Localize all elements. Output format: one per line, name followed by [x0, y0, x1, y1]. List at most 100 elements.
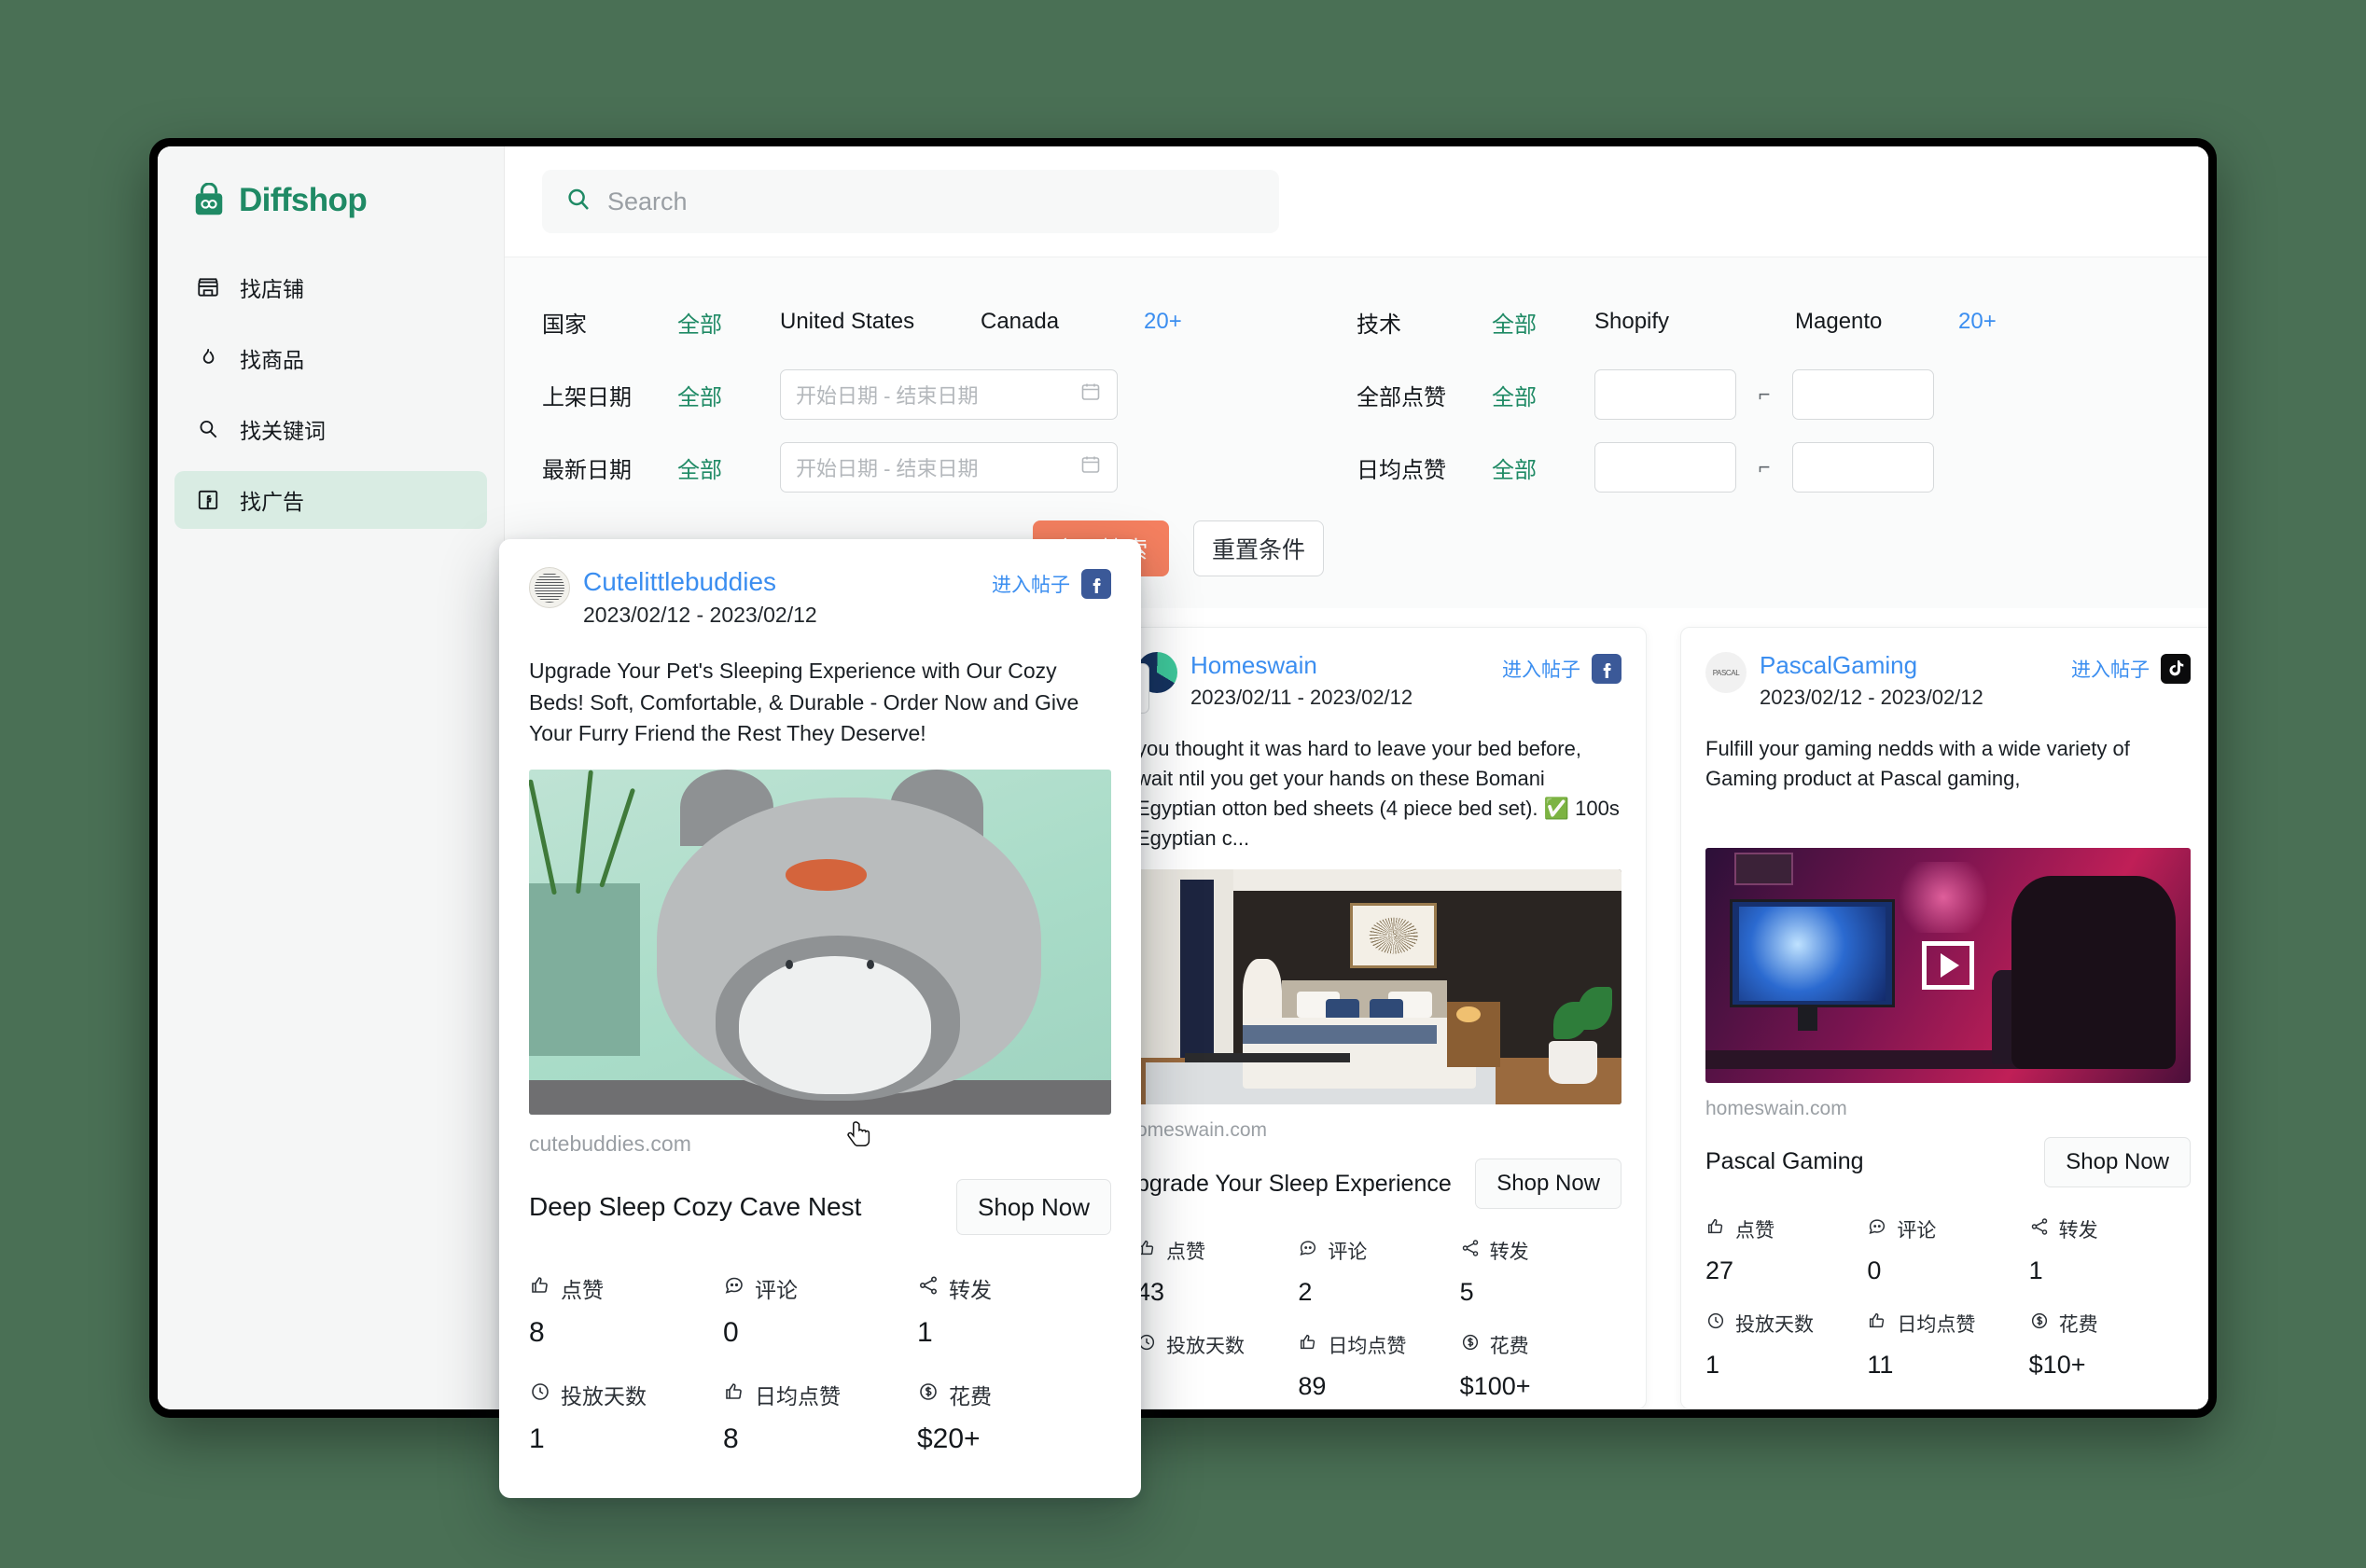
filter-country-option-canada[interactable]: Canada: [981, 309, 1144, 335]
go-to-post-link[interactable]: 进入帖子: [2071, 652, 2191, 684]
ad-detail-popover[interactable]: Cutelittlebuddies 2023/02/12 - 2023/02/1…: [499, 539, 1141, 1499]
go-to-post-link[interactable]: 进入帖子: [1502, 652, 1621, 684]
go-to-post-label: 进入帖子: [1502, 659, 1580, 681]
ad-stats: 点赞 8 评论 0 转发 1 投放天数 1 日均点赞 8 花费 $20+: [529, 1272, 1111, 1455]
reset-button[interactable]: 重置条件: [1193, 520, 1324, 576]
filter-launch-date-all[interactable]: 全部: [677, 379, 780, 411]
facebook-icon: [1081, 569, 1111, 599]
filter-row-total-likes: 全部点赞 全部 ⌐: [1357, 358, 2171, 431]
advertiser-name[interactable]: Homeswain: [1190, 651, 1502, 680]
daily-likes-min-input[interactable]: [1594, 442, 1736, 493]
stat-value: 0: [1867, 1256, 1882, 1284]
sidebar-nav: 找店铺 找商品 找关键词 找广告: [158, 258, 504, 529]
stat-label: 点赞: [561, 1278, 604, 1303]
filter-label-launch-date: 上架日期: [542, 384, 632, 410]
ad-description: Fulfill your gaming nedds with a wide va…: [1705, 736, 2130, 790]
ad-creative-image[interactable]: [1705, 847, 2191, 1083]
stat-label: 投放天数: [1166, 1336, 1245, 1358]
facebook-icon: [1592, 654, 1621, 684]
ad-stats: 点赞 43 评论 2 转发 5 投放天数 日均点赞 89 花费 $100+: [1136, 1237, 1621, 1401]
stat-spend: 花费 $10+: [2029, 1310, 2191, 1380]
filter-country-option-us[interactable]: United States: [780, 309, 981, 335]
stat-value: 8: [529, 1317, 545, 1349]
advertiser-name[interactable]: PascalGaming: [1760, 651, 2071, 680]
avatar: [529, 567, 570, 608]
filter-column-right: 技术 全部 Shopify Magento 20+ 全部点赞 全部 ⌐ 日均点赞…: [1357, 285, 2171, 504]
share-icon: [1460, 1238, 1481, 1264]
diffshop-bag-icon: [191, 182, 227, 218]
ad-creative-image[interactable]: [529, 770, 1111, 1116]
filter-tech-all[interactable]: 全部: [1492, 306, 1594, 339]
brand-logo[interactable]: Diffshop: [158, 173, 504, 219]
stat-label: 转发: [949, 1278, 992, 1303]
sidebar-item-ads[interactable]: 找广告: [174, 471, 487, 529]
thumbs-up-icon: [529, 1274, 551, 1302]
filter-row-daily-likes: 日均点赞 全部 ⌐: [1357, 431, 2171, 504]
ad-card-homeswain[interactable]: Homeswain 2023/02/11 - 2023/02/12 进入帖子 y…: [1111, 627, 1647, 1409]
stat-value: $10+: [2028, 1350, 2086, 1379]
sidebar-item-keywords[interactable]: 找关键词: [174, 400, 487, 458]
search-icon: [195, 416, 221, 442]
launch-date-range-input[interactable]: 开始日期 - 结束日期: [780, 369, 1118, 420]
stat-row-primary: 点赞 43 评论 2 转发 5: [1136, 1237, 1621, 1307]
stat-comments: 评论 2: [1298, 1237, 1459, 1307]
filter-label-country: 国家: [542, 312, 587, 338]
filter-total-likes-all[interactable]: 全部: [1492, 379, 1594, 411]
go-to-post-link[interactable]: 进入帖子: [992, 567, 1111, 599]
clock-icon: [1705, 1311, 1726, 1337]
ad-description: Upgrade Your Pet's Sleeping Experience w…: [529, 659, 1079, 745]
advertiser-name[interactable]: Cutelittlebuddies: [583, 567, 992, 597]
ad-title: Deep Sleep Cozy Cave Nest: [529, 1192, 862, 1222]
dollar-icon: [2029, 1311, 2050, 1337]
stat-value: 2: [1298, 1278, 1313, 1307]
range-separator-icon: ⌐: [1758, 382, 1771, 406]
sidebar-item-products[interactable]: 找商品: [174, 329, 487, 387]
total-likes-max-input[interactable]: [1792, 369, 1934, 420]
mouse-cursor-icon: [844, 1119, 876, 1158]
daily-likes-max-input[interactable]: [1792, 442, 1934, 493]
stat-label: 日均点赞: [755, 1384, 841, 1409]
top-bar: Search: [505, 146, 2208, 257]
total-likes-min-input[interactable]: [1594, 369, 1736, 420]
ad-card-pascalgaming[interactable]: PASCAL PascalGaming 2023/02/12 - 2023/02…: [1680, 627, 2208, 1409]
sidebar-item-label: 找关键词: [240, 419, 326, 443]
page-root: Diffshop 找店铺 找商品 找关键词 找广告 Search 国家 全部 U…: [0, 0, 2366, 1568]
search-icon: [564, 186, 592, 218]
stat-value: $20+: [917, 1423, 981, 1455]
filter-tech-option-shopify[interactable]: Shopify: [1594, 309, 1795, 335]
sidebar-item-stores[interactable]: 找店铺: [174, 258, 487, 316]
shop-now-button[interactable]: Shop Now: [2044, 1136, 2191, 1187]
sidebar-item-label: 找广告: [240, 490, 304, 514]
stat-days: 投放天数: [1136, 1331, 1298, 1401]
ad-title: Pascal Gaming: [1705, 1148, 1864, 1175]
search-input[interactable]: Search: [607, 187, 688, 216]
ad-date-range: 2023/02/11 - 2023/02/12: [1190, 685, 1413, 709]
shop-now-button[interactable]: Shop Now: [1475, 1159, 1621, 1210]
stat-label: 花费: [949, 1384, 992, 1409]
stat-row-primary: 点赞 8 评论 0 转发 1: [529, 1272, 1111, 1349]
filter-tech-more[interactable]: 20+: [1958, 309, 1997, 335]
stat-label: 花费: [2058, 1313, 2098, 1336]
ad-description: you thought it was hard to leave your be…: [1136, 736, 1620, 850]
filter-latest-date-all[interactable]: 全部: [677, 451, 780, 484]
filter-country-more[interactable]: 20+: [1144, 309, 1182, 335]
ad-date-range: 2023/02/12 - 2023/02/12: [583, 603, 817, 628]
stat-value: 5: [1459, 1278, 1474, 1307]
stat-comments: 评论 0: [1867, 1215, 2028, 1285]
ad-creative-image[interactable]: [1136, 869, 1621, 1105]
shop-now-button[interactable]: Shop Now: [956, 1179, 1111, 1236]
filter-daily-likes-all[interactable]: 全部: [1492, 451, 1594, 484]
global-search[interactable]: Search: [542, 170, 1279, 233]
stat-label: 转发: [2058, 1219, 2098, 1242]
sidebar: Diffshop 找店铺 找商品 找关键词 找广告: [158, 146, 505, 1409]
filter-tech-option-magento[interactable]: Magento: [1795, 309, 1958, 335]
stat-shares: 转发 1: [917, 1272, 1111, 1349]
stat-spend: 花费 $100+: [1460, 1331, 1621, 1401]
stat-label: 评论: [1328, 1242, 1368, 1264]
latest-date-range-input[interactable]: 开始日期 - 结束日期: [780, 442, 1118, 493]
play-button-icon[interactable]: [1922, 940, 1974, 990]
stat-label: 投放天数: [561, 1384, 647, 1409]
filter-country-all[interactable]: 全部: [677, 306, 780, 339]
thumbs-up-icon: [723, 1381, 745, 1408]
stat-value: 1: [1705, 1350, 1720, 1379]
